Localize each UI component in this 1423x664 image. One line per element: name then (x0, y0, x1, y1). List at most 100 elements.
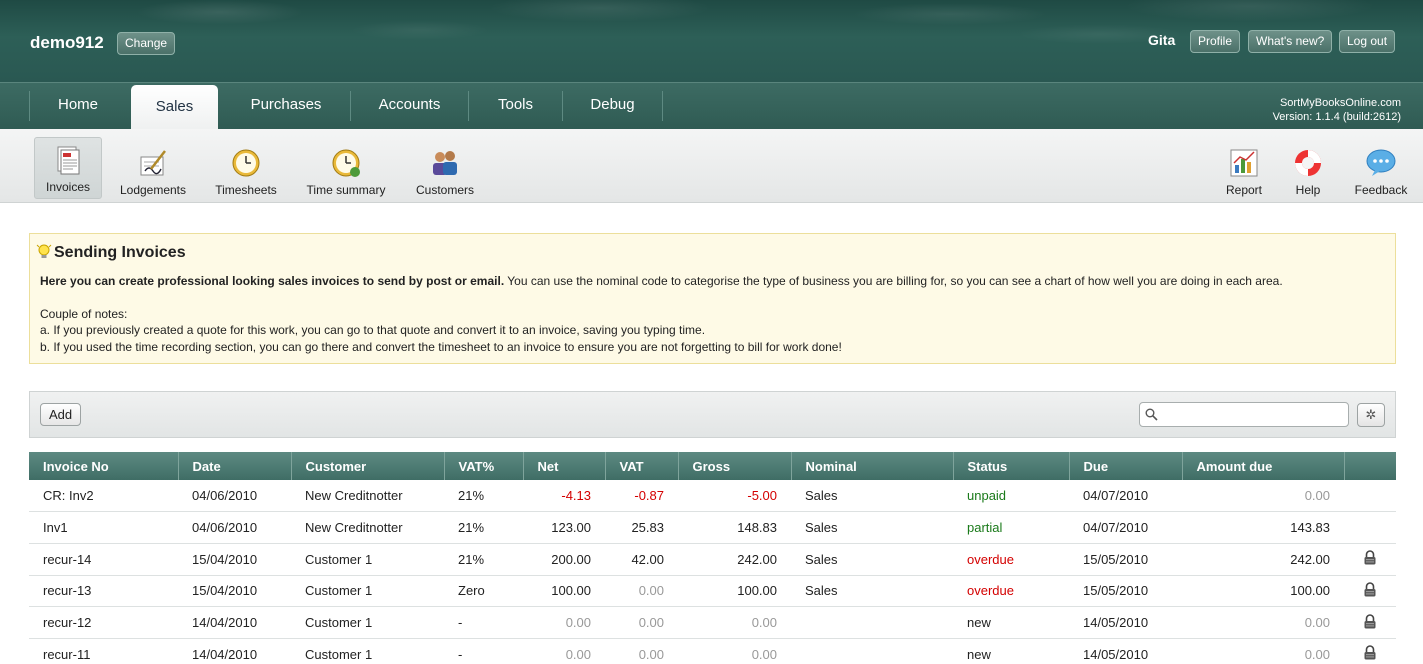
change-company-button[interactable]: Change (117, 32, 176, 55)
invoices-table: Invoice No Date Customer VAT% Net VAT Gr… (29, 452, 1396, 664)
cell-customer: Customer 1 (291, 543, 444, 576)
search-input[interactable] (1162, 404, 1342, 425)
lodgements-icon (140, 150, 166, 176)
tab-debug[interactable]: Debug (563, 83, 662, 129)
add-invoice-button[interactable]: Add (40, 403, 82, 426)
username: Gita (1148, 32, 1176, 48)
cell-due: 15/05/2010 (1069, 575, 1182, 608)
logout-button[interactable]: Log out (1339, 30, 1396, 53)
column-header[interactable]: Nominal (791, 452, 954, 480)
table-row[interactable]: recur-11 14/04/2010 Customer 1-0.00 0.00 0.0… (29, 638, 1396, 664)
profile-button[interactable]: Profile (1190, 30, 1241, 53)
cell-net: 200.00 (523, 543, 605, 576)
lock-icon[interactable] (1363, 645, 1377, 660)
toolbar-customers[interactable]: Customers (410, 141, 480, 201)
column-header[interactable]: Invoice No (29, 452, 179, 480)
tab-sales[interactable]: Sales (131, 85, 218, 131)
cell-net: 123.00 (523, 511, 605, 544)
toolbar-feedback[interactable]: Feedback (1350, 141, 1412, 201)
tab-home[interactable]: Home (30, 83, 126, 129)
cell-invoice[interactable]: recur-14 (29, 543, 178, 576)
toolbar-label: Report (1225, 183, 1263, 197)
lock-icon[interactable] (1363, 550, 1377, 565)
cell-invoice[interactable]: CR: Inv2 (29, 480, 178, 513)
column-header[interactable]: Due (1069, 452, 1183, 480)
table-row[interactable]: recur-14 15/04/2010 Customer 1 21% 200.00 42.… (29, 543, 1396, 576)
report-chart-icon (1230, 149, 1258, 177)
column-header[interactable]: Status (953, 452, 1070, 480)
cell-gross: 0.00 (678, 606, 791, 639)
cell-status: new (953, 638, 1069, 664)
lock-icon[interactable] (1363, 582, 1377, 597)
cell-status: overdue (953, 575, 1069, 608)
info-note-b: b. If you used the time recording sectio… (40, 340, 842, 354)
cell-customer: Customer 1 (291, 638, 444, 664)
lightbulb-icon (36, 244, 52, 258)
tab-accounts[interactable]: Accounts (351, 83, 468, 129)
cell-date: 04/06/2010 (178, 511, 291, 544)
table-row[interactable]: recur-12 14/04/2010 Customer 1-0.00 0.00 0.0… (29, 606, 1396, 639)
column-header[interactable]: Gross (678, 452, 792, 480)
search-icon (1145, 408, 1158, 421)
tab-tools[interactable]: Tools (469, 83, 562, 129)
column-header (1344, 452, 1396, 480)
cell-date: 15/04/2010 (178, 543, 291, 576)
company-name: demo912 (30, 33, 104, 52)
toolbar-label: Time summary (306, 183, 386, 197)
gear-icon: ✲ (1365, 407, 1377, 422)
cell-customer: New Creditnotter (291, 511, 444, 544)
column-header[interactable]: Amount due (1182, 452, 1345, 480)
toolbar-timesheets[interactable]: Timesheets (208, 141, 284, 201)
table-row[interactable]: Inv1 04/06/2010 New Creditnotter 21% 123.00 2… (29, 511, 1396, 544)
cell-net: 100.00 (523, 575, 605, 608)
toolbar-report[interactable]: Report (1219, 141, 1269, 201)
settings-button[interactable]: ✲ (1357, 403, 1385, 427)
cell-status: new (953, 606, 1069, 639)
table-row[interactable]: recur-13 15/04/2010 Customer 1 Zero 100.00 0.… (29, 575, 1396, 608)
toolbar-label: Customers (415, 183, 474, 197)
toolbar-invoices[interactable]: Invoices (34, 137, 102, 199)
sales-toolbar: Invoices Lodgements Timesheets Time summ… (0, 129, 1423, 203)
cell-nominal: Sales (791, 511, 953, 544)
cell-vat-pct: Zero (444, 575, 523, 608)
lock-icon[interactable] (1363, 613, 1377, 629)
lifebuoy-icon (1295, 150, 1321, 176)
cell-lock (1344, 480, 1396, 513)
cell-vat: 25.83 (605, 511, 678, 544)
column-header[interactable]: Date (178, 452, 292, 480)
cell-invoice[interactable]: recur-12 (29, 606, 178, 639)
column-header[interactable]: Net (523, 452, 606, 480)
cell-lock (1344, 575, 1396, 608)
info-lead-bold: Here you can create professional looking… (40, 274, 505, 288)
clock-icon (232, 149, 260, 177)
toolbar-time-summary[interactable]: Time summary (300, 141, 392, 201)
table-row[interactable]: CR: Inv2 04/06/2010 New Creditnotter 21% -4.… (29, 480, 1396, 513)
cell-invoice[interactable]: recur-13 (29, 575, 178, 608)
column-header[interactable]: Customer (291, 452, 445, 480)
cell-net: 0.00 (523, 606, 605, 639)
cell-date: 15/04/2010 (178, 575, 291, 608)
toolbar-label: Lodgements (119, 183, 187, 197)
info-lead: Here you can create professional looking… (40, 274, 1380, 288)
cell-date: 14/04/2010 (178, 606, 291, 639)
toolbar-label: Feedback (1354, 183, 1408, 197)
table-header-row: Invoice No Date Customer VAT% Net VAT Gr… (29, 452, 1396, 480)
cell-vat-pct: 21% (444, 511, 523, 544)
cell-invoice[interactable]: Inv1 (29, 511, 178, 544)
cell-vat: 42.00 (605, 543, 678, 576)
tab-purchases[interactable]: Purchases (224, 83, 348, 129)
toolbar-lodgements[interactable]: Lodgements (112, 141, 194, 201)
cell-due: 04/07/2010 (1069, 480, 1182, 513)
cell-status: partial (953, 511, 1069, 544)
column-header[interactable]: VAT (605, 452, 679, 480)
cell-customer: New Creditnotter (291, 480, 444, 513)
cell-lock (1344, 511, 1396, 544)
toolbar-label: Timesheets (215, 183, 277, 197)
cell-invoice[interactable]: recur-11 (29, 638, 178, 664)
info-notes-heading: Couple of notes: (40, 307, 128, 321)
whats-new-button[interactable]: What's new? (1248, 30, 1333, 53)
cell-due: 15/05/2010 (1069, 543, 1182, 576)
cell-gross: 100.00 (678, 575, 791, 608)
toolbar-help[interactable]: Help (1287, 141, 1329, 201)
column-header[interactable]: VAT% (444, 452, 524, 480)
